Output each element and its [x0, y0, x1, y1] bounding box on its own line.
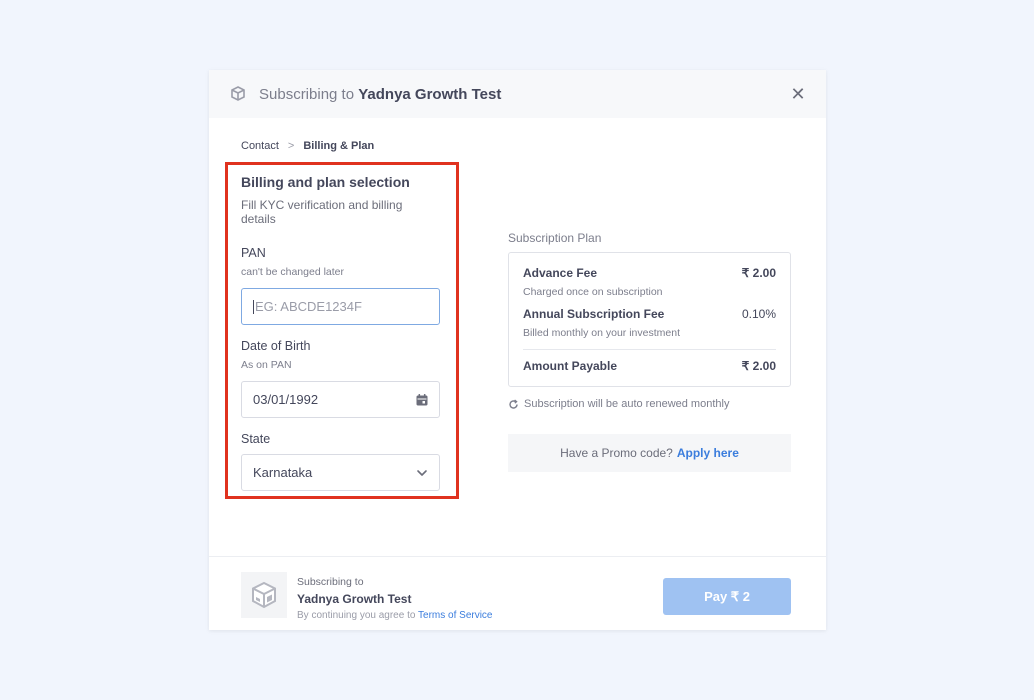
plan-item-desc: Billed monthly on your investment	[523, 327, 680, 339]
form-title: Billing and plan selection	[241, 174, 410, 190]
pan-field-group: PAN can't be changed later EG: ABCDE1234…	[241, 246, 440, 325]
plan-item-value: ₹ 2.00	[741, 266, 776, 280]
dob-hint: As on PAN	[241, 359, 292, 371]
product-logo-icon	[241, 572, 287, 618]
pan-placeholder: EG: ABCDE1234F	[255, 299, 362, 314]
plan-item: Annual Subscription Fee Billed monthly o…	[523, 307, 776, 339]
pay-button[interactable]: Pay ₹ 2	[663, 578, 791, 615]
breadcrumb-separator: >	[287, 140, 295, 152]
state-field-group: State Karnataka	[241, 432, 440, 491]
terms-prefix: By continuing you agree to	[297, 610, 416, 621]
form-subtitle: Fill KYC verification and billing detail…	[241, 198, 403, 226]
plan-total-label: Amount Payable	[523, 359, 618, 373]
dob-label: Date of Birth	[241, 339, 311, 353]
plan-item-desc: Charged once on subscription	[523, 286, 663, 298]
footer-text: Subscribing to Yadnya Growth Test By con…	[297, 576, 493, 621]
pan-label: PAN	[241, 246, 266, 260]
breadcrumb: Contact > Billing & Plan	[241, 140, 374, 152]
plan-total-row: Amount Payable ₹ 2.00	[523, 359, 776, 373]
dob-input[interactable]: 03/01/1992	[241, 381, 440, 418]
footer-terms: By continuing you agree to Terms of Serv…	[297, 610, 493, 621]
apply-promo-link[interactable]: Apply here	[677, 446, 739, 460]
state-value: Karnataka	[253, 465, 313, 480]
pan-input[interactable]: EG: ABCDE1234F	[241, 288, 440, 325]
footer-product-name: Yadnya Growth Test	[297, 592, 412, 606]
billing-form: Billing and plan selection Fill KYC veri…	[241, 174, 440, 491]
modal-title-product: Yadnya Growth Test	[358, 85, 502, 103]
terms-of-service-link[interactable]: Terms of Service	[418, 610, 492, 621]
refresh-icon	[508, 398, 519, 410]
dob-value: 03/01/1992	[253, 392, 319, 407]
cube-logo-icon	[229, 85, 247, 103]
plan-divider	[523, 349, 776, 350]
breadcrumb-contact[interactable]: Contact	[241, 140, 279, 152]
pan-hint: can't be changed later	[241, 266, 344, 278]
plan-total-value: ₹ 2.00	[741, 359, 776, 373]
plan-item-value: 0.10%	[741, 307, 776, 321]
promo-text: Have a Promo code?	[560, 446, 673, 460]
plan-item-name: Annual Subscription Fee	[523, 307, 665, 321]
plan-item: Advance Fee Charged once on subscription…	[523, 266, 776, 298]
plan-card: Advance Fee Charged once on subscription…	[508, 252, 791, 387]
plan-item-name: Advance Fee	[523, 266, 598, 280]
modal-title-prefix: Subscribing to	[259, 85, 355, 103]
calendar-icon[interactable]	[415, 393, 429, 407]
modal-footer: Subscribing to Yadnya Growth Test By con…	[209, 556, 826, 630]
subscription-modal: Subscribing to Yadnya Growth Test ✕ Cont…	[209, 70, 826, 630]
state-select[interactable]: Karnataka	[241, 454, 440, 491]
modal-title: Subscribing to Yadnya Growth Test	[259, 86, 501, 103]
modal-header: Subscribing to Yadnya Growth Test ✕	[209, 70, 826, 118]
state-label: State	[241, 432, 271, 446]
close-icon[interactable]: ✕	[788, 84, 808, 104]
auto-renew-note: Subscription will be auto renewed monthl…	[508, 398, 729, 410]
footer-subscribing-to: Subscribing to	[297, 576, 364, 588]
breadcrumb-billing-plan: Billing & Plan	[303, 140, 375, 152]
dob-field-group: Date of Birth As on PAN 03/01/1992	[241, 339, 440, 418]
plan-title: Subscription Plan	[508, 231, 602, 245]
auto-renew-text: Subscription will be auto renewed monthl…	[524, 398, 730, 410]
text-caret	[253, 299, 254, 314]
chevron-down-icon	[415, 466, 429, 480]
promo-box: Have a Promo code? Apply here	[508, 434, 791, 472]
